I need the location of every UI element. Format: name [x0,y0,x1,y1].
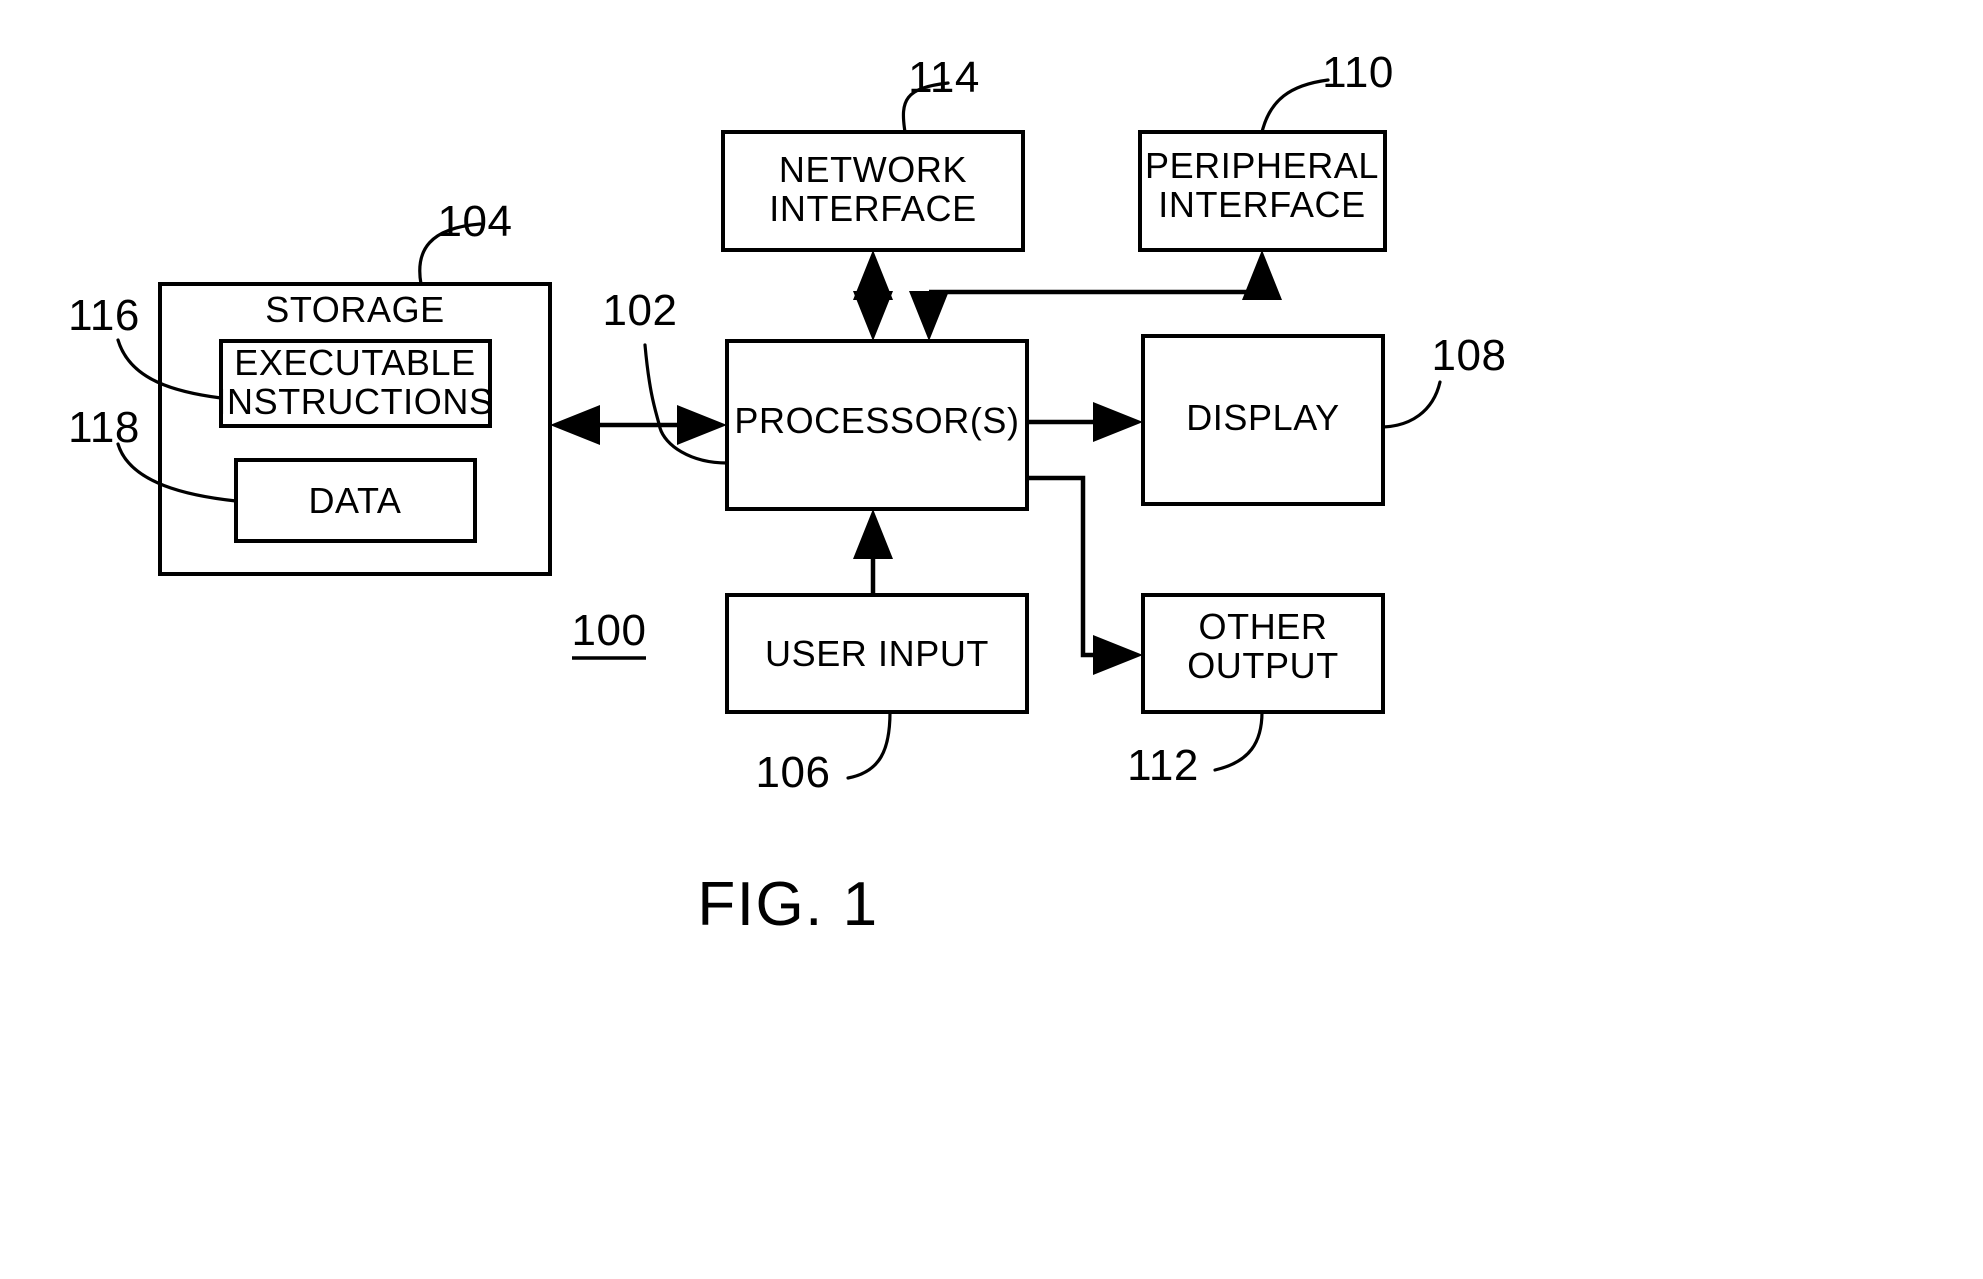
figure-caption: FIG. 1 [697,870,878,939]
block-executable-instructions: EXECUTABLE INSTRUCTIONS [216,339,493,428]
block-network-interface: NETWORK INTERFACE [721,130,1025,252]
block-processors: PROCESSOR(S) [725,339,1029,511]
ref-number-112: 112 [1127,741,1199,790]
arrowhead-to-peripheral-interface [1242,250,1282,300]
ref-number-102: 102 [603,286,678,335]
peripheral-interface-label-line2: INTERFACE [1158,184,1365,225]
ref-leader-110: 110 [1260,48,1394,134]
leader-line-106 [846,710,892,780]
block-data: DATA [234,458,477,543]
executable-instructions-label-line2: INSTRUCTIONS [216,381,493,422]
arrowhead-to-processors-bottom [853,509,893,559]
connector-peripheral-route [929,272,1265,295]
leader-line-102 [643,343,729,465]
other-output-label-line2: OUTPUT [1187,645,1339,686]
ref-number-100: 100 [572,606,647,655]
block-other-output: OTHER OUTPUT [1141,593,1385,714]
ref-number-106: 106 [756,748,831,797]
user-input-label: USER INPUT [765,633,989,674]
arrowhead-to-processors-top [853,291,893,341]
figure-container: STORAGE EXECUTABLE INSTRUCTIONS DATA NET… [0,0,1983,1279]
arrowhead-to-processors-top-right [909,291,949,341]
arrowhead-to-processors-left [677,405,727,445]
other-output-label-line1: OTHER [1199,606,1328,647]
ref-number-108: 108 [1432,331,1507,380]
arrowhead-to-display [1093,402,1143,442]
connector-processors-peripheral-interface [909,250,1282,341]
ref-number-114: 114 [908,53,980,102]
ref-leader-112: 112 [1127,710,1264,790]
connector-other-output-route [1027,475,1110,658]
system-reference-100: 100 [572,606,647,660]
block-display: DISPLAY [1141,334,1385,506]
block-diagram-canvas: STORAGE EXECUTABLE INSTRUCTIONS DATA NET… [68,48,1507,939]
ref-number-116: 116 [68,291,140,340]
leader-line-112 [1213,710,1264,772]
ref-leader-104: 104 [418,197,513,286]
processors-label: PROCESSOR(S) [734,400,1019,441]
block-peripheral-interface: PERIPHERAL INTERFACE [1138,130,1387,252]
ref-number-104: 104 [438,197,513,246]
leader-line-108 [1381,380,1442,429]
arrowhead-to-storage [550,405,600,445]
ref-leader-102: 102 [603,286,729,465]
connector-processors-other-output [1027,475,1143,675]
block-user-input: USER INPUT [725,593,1029,714]
ref-leader-108: 108 [1381,331,1507,429]
storage-label: STORAGE [265,289,445,330]
network-interface-label-line2: INTERFACE [769,188,976,229]
executable-instructions-label-line1: EXECUTABLE [234,342,475,383]
connector-processors-display [1027,402,1143,442]
peripheral-interface-label-line1: PERIPHERAL [1145,145,1379,186]
arrowhead-to-other-output [1093,635,1143,675]
connector-user-input-processors [853,509,893,595]
connector-storage-processors [550,405,727,445]
connector-network-interface-processors [853,250,893,341]
ref-leader-106: 106 [756,710,892,797]
leader-line-110 [1260,78,1330,134]
data-label: DATA [308,480,401,521]
ref-leader-114: 114 [901,53,980,134]
network-interface-label-line1: NETWORK [779,149,967,190]
display-label: DISPLAY [1186,397,1340,438]
ref-number-118: 118 [68,403,140,452]
ref-number-110: 110 [1322,48,1394,97]
